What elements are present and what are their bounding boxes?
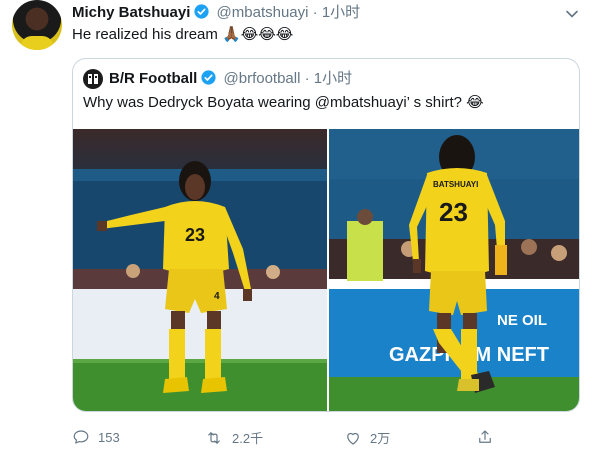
photo-right[interactable]: NE OIL GAZPROM NEFT BATSHUAYI 23: [329, 129, 579, 411]
share-icon: [479, 430, 491, 443]
retweet-count: 2.2千: [232, 431, 264, 446]
author-avatar[interactable]: [12, 0, 62, 50]
br-logo-icon: [88, 74, 98, 84]
tweet-time[interactable]: 1小时: [322, 4, 360, 21]
right-jersey-name: BATSHUAYI: [433, 180, 478, 189]
more-options-icon[interactable]: [564, 6, 580, 27]
author-handle[interactable]: @mbatshuayi: [217, 4, 309, 21]
quoted-header: B/R Football @brfootball · 1小时: [109, 69, 352, 92]
quoted-emoji: 😂: [466, 94, 484, 111]
quoted-time[interactable]: 1小时: [314, 70, 352, 87]
tweet-text-body: He realized his dream: [72, 26, 218, 43]
tweet-header: Michy Batshuayi @mbatshuayi · 1小时: [72, 3, 360, 26]
left-shorts-number: 4: [214, 291, 220, 302]
quoted-text: Why was Dedryck Boyata wearing @mbatshua…: [83, 93, 484, 113]
verified-badge-icon: [193, 3, 210, 26]
like-count: 2万: [370, 431, 391, 446]
retweet-button[interactable]: 2.2千: [204, 428, 263, 447]
reply-button[interactable]: 153: [72, 428, 120, 446]
quoted-text-body: Why was Dedryck Boyata wearing @mbatshua…: [83, 94, 462, 111]
quoted-dot-separator: ·: [304, 70, 310, 87]
like-button[interactable]: 2万: [344, 428, 390, 447]
share-button[interactable]: [476, 428, 502, 446]
quoted-tweet[interactable]: B/R Football @brfootball · 1小时 Why was D…: [72, 58, 580, 412]
tweet-text: He realized his dream 🙏🏾😂😂😂: [72, 25, 293, 45]
dot-separator: ·: [312, 4, 318, 21]
right-jersey-number: 23: [439, 197, 468, 227]
right-board-text-1: NE OIL: [497, 312, 547, 329]
quoted-avatar[interactable]: [83, 69, 103, 89]
quoted-author-name[interactable]: B/R Football: [109, 70, 197, 87]
tweet-emojis: 🙏🏾😂😂😂: [222, 26, 294, 43]
reply-count: 153: [98, 429, 120, 445]
quoted-handle[interactable]: @brfootball: [224, 70, 301, 87]
tweet-actions: 153 2.2千 2万: [72, 428, 572, 448]
quoted-verified-badge-icon: [200, 69, 217, 92]
retweet-icon: [208, 431, 220, 444]
left-jersey-number: 23: [185, 225, 205, 245]
photo-left[interactable]: 23 4: [73, 129, 327, 411]
author-name[interactable]: Michy Batshuayi: [72, 4, 190, 21]
reply-icon: [73, 430, 89, 444]
heart-icon: [347, 432, 359, 445]
